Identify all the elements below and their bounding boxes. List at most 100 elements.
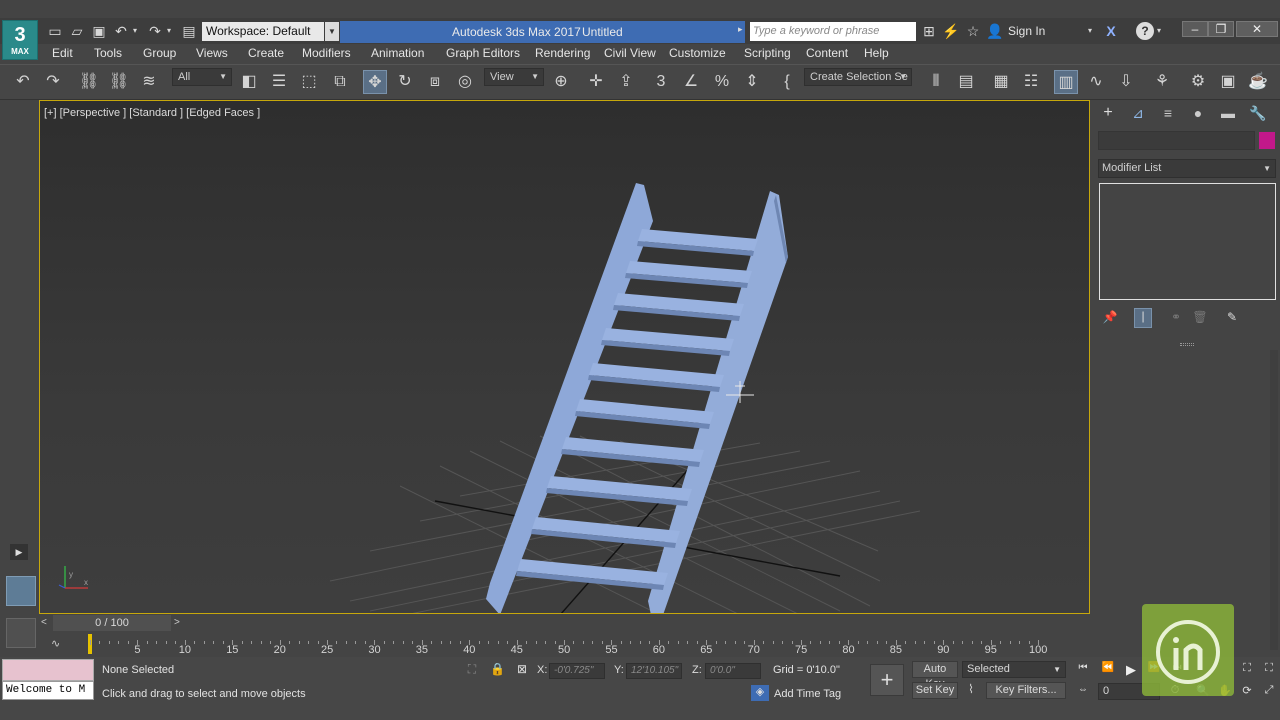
- chevron-down-icon[interactable]: ▼: [325, 22, 339, 41]
- default-in-out-tangents-icon[interactable]: ⌇: [962, 682, 980, 699]
- search-input[interactable]: Type a keyword or phrase: [750, 22, 916, 41]
- pin-stack-icon[interactable]: 📌: [1102, 310, 1118, 326]
- undo-icon[interactable]: ↶: [11, 70, 35, 94]
- viewport-layout-active[interactable]: [6, 576, 36, 606]
- time-tag-icon[interactable]: ◈: [751, 685, 769, 701]
- motion-tab-icon[interactable]: ●: [1189, 104, 1207, 122]
- render-production-icon[interactable]: ☕: [1246, 70, 1270, 94]
- sign-in-link[interactable]: Sign In: [1008, 22, 1045, 41]
- angle-snap-icon[interactable]: ∠: [679, 70, 703, 94]
- help-icon[interactable]: ?: [1136, 22, 1154, 40]
- reference-coordinate-dropdown[interactable]: View ▼: [484, 68, 544, 86]
- display-tab-icon[interactable]: ▬: [1219, 104, 1237, 122]
- selection-filter-dropdown[interactable]: All ▼: [172, 68, 232, 86]
- window-crossing-icon[interactable]: ⧉: [328, 70, 352, 94]
- menu-group[interactable]: Group: [143, 46, 176, 60]
- maxscript-listener-input[interactable]: Welcome to M: [2, 681, 94, 700]
- user-icon[interactable]: 👤: [986, 22, 1004, 40]
- menu-scripting[interactable]: Scripting: [744, 46, 791, 60]
- show-end-result-icon[interactable]: |: [1134, 308, 1152, 328]
- communication-center-icon[interactable]: ⚡: [942, 22, 960, 40]
- redo-dropdown-icon[interactable]: ▾: [164, 22, 174, 40]
- curve-editor-icon[interactable]: ∿: [1084, 70, 1108, 94]
- new-scene-icon[interactable]: ▭: [46, 22, 64, 40]
- named-selection-dropdown[interactable]: Create Selection Se ▼: [804, 68, 912, 86]
- panel-resize-handle[interactable]: [1180, 343, 1194, 346]
- select-and-move-icon[interactable]: ✥: [363, 70, 387, 94]
- mini-curve-editor-icon[interactable]: ∿: [51, 637, 67, 651]
- go-to-start-icon[interactable]: ⏮: [1074, 662, 1092, 678]
- layer-explorer-icon[interactable]: ☷: [1019, 70, 1043, 94]
- open-file-icon[interactable]: ▱: [68, 22, 86, 40]
- zoom-extents-all-icon[interactable]: ⛶: [1260, 662, 1278, 678]
- viewport-layout-tab[interactable]: [6, 618, 36, 648]
- help-dropdown-icon[interactable]: ▾: [1154, 22, 1164, 40]
- menu-customize[interactable]: Customize: [669, 46, 726, 60]
- rendered-frame-window-icon[interactable]: ▣: [1216, 70, 1240, 94]
- menu-views[interactable]: Views: [196, 46, 228, 60]
- key-filters-button[interactable]: Key Filters...: [986, 682, 1066, 699]
- render-setup-icon[interactable]: ⚙: [1186, 70, 1210, 94]
- sign-in-dropdown-icon[interactable]: ▾: [1085, 22, 1095, 40]
- z-coord-field[interactable]: 0'0.0": [705, 663, 761, 679]
- minimize-button[interactable]: –: [1182, 21, 1208, 37]
- configure-modifier-sets-icon[interactable]: ✎: [1224, 310, 1240, 326]
- menu-help[interactable]: Help: [864, 46, 889, 60]
- undo-icon[interactable]: ↶: [112, 22, 130, 40]
- create-tab-icon[interactable]: +: [1099, 104, 1117, 122]
- align-icon[interactable]: ▤: [954, 70, 978, 94]
- hierarchy-tab-icon[interactable]: ≡: [1159, 104, 1177, 122]
- redo-icon[interactable]: ↷: [41, 70, 65, 94]
- pivot-point-icon[interactable]: ⊕: [549, 70, 573, 94]
- isolate-selection-icon[interactable]: ⛶: [464, 662, 480, 678]
- orbit-icon[interactable]: ⟳: [1238, 684, 1256, 700]
- mirror-icon[interactable]: ⫴: [924, 70, 948, 94]
- workspace-selector[interactable]: Workspace: Default: [202, 22, 324, 41]
- unlink-icon[interactable]: ⛓: [107, 70, 131, 94]
- select-and-link-icon[interactable]: ⛓: [77, 70, 101, 94]
- time-slider-track[interactable]: [39, 614, 1090, 631]
- binoculars-icon[interactable]: ⊞: [920, 22, 938, 40]
- previous-key-icon[interactable]: ⏪: [1099, 662, 1117, 678]
- y-coord-field[interactable]: 12'10.105": [626, 663, 682, 679]
- maxscript-mini-listener[interactable]: [2, 659, 94, 681]
- spinner-snap-icon[interactable]: ⇕: [740, 70, 764, 94]
- project-folder-icon[interactable]: ▤: [180, 22, 198, 40]
- menu-rendering[interactable]: Rendering: [535, 46, 590, 60]
- zoom-extents-icon[interactable]: ⛶: [1238, 662, 1256, 678]
- material-editor-icon[interactable]: ⚘: [1150, 70, 1174, 94]
- select-and-rotate-icon[interactable]: ↻: [393, 70, 417, 94]
- x-coord-field[interactable]: -0'0.725": [549, 663, 605, 679]
- close-button[interactable]: ✕: [1236, 21, 1278, 37]
- menu-civil-view[interactable]: Civil View: [604, 46, 656, 60]
- scene-explorer-icon[interactable]: ▦: [989, 70, 1013, 94]
- menu-graph-editors[interactable]: Graph Editors: [446, 46, 520, 60]
- object-color-swatch[interactable]: [1259, 132, 1275, 149]
- select-manipulate-icon[interactable]: ✛: [584, 70, 608, 94]
- play-animation-icon[interactable]: ▶: [1122, 662, 1140, 678]
- play-arrow-icon[interactable]: ▶: [10, 544, 28, 560]
- modify-tab-icon[interactable]: ⊿: [1129, 104, 1147, 122]
- time-slider-thumb[interactable]: 0 / 100: [53, 615, 171, 631]
- percent-snap-icon[interactable]: %: [710, 70, 734, 94]
- utilities-tab-icon[interactable]: 🔧: [1249, 104, 1267, 122]
- previous-frame-icon[interactable]: <: [41, 616, 51, 630]
- favorites-star-icon[interactable]: ☆: [964, 22, 982, 40]
- menu-edit[interactable]: Edit: [52, 46, 73, 60]
- select-by-name-icon[interactable]: ☰: [267, 70, 291, 94]
- exchange-apps-icon[interactable]: X: [1102, 22, 1120, 40]
- modifier-list-dropdown[interactable]: Modifier List ▼: [1098, 159, 1276, 178]
- menu-content[interactable]: Content: [806, 46, 848, 60]
- key-mode-toggle-icon[interactable]: ⇔: [1074, 684, 1092, 700]
- select-and-scale-icon[interactable]: ⧈: [423, 70, 447, 94]
- set-key-button[interactable]: Set Key: [912, 682, 958, 699]
- select-and-place-icon[interactable]: ◎: [453, 70, 477, 94]
- save-file-icon[interactable]: ▣: [90, 22, 108, 40]
- next-frame-icon[interactable]: >: [174, 616, 184, 630]
- undo-dropdown-icon[interactable]: ▾: [130, 22, 140, 40]
- perspective-viewport[interactable]: [+] [Perspective ] [Standard ] [Edged Fa…: [39, 100, 1090, 614]
- redo-icon[interactable]: ↷: [146, 22, 164, 40]
- edit-named-selection-icon[interactable]: {: [775, 70, 799, 94]
- maximize-viewport-icon[interactable]: ⤢: [1260, 684, 1278, 700]
- toggle-ribbon-icon[interactable]: ▥: [1054, 70, 1078, 94]
